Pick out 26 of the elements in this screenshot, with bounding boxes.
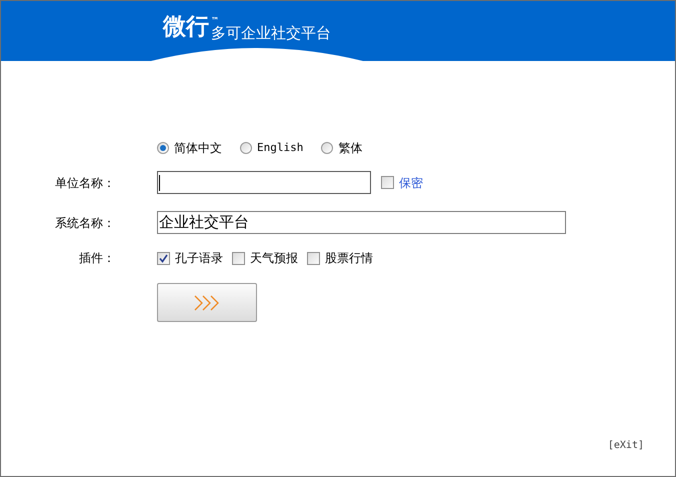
chevrons-icon <box>194 294 220 310</box>
language-option[interactable]: 简体中文 <box>174 139 222 157</box>
radio-button[interactable] <box>157 142 169 154</box>
plugin-option[interactable]: 孔子语录 <box>175 249 223 267</box>
field-label: 单位名称： <box>54 174 116 192</box>
exit-link[interactable]: [eXit] <box>608 438 644 453</box>
secret-label[interactable]: 保密 <box>399 174 423 192</box>
plugin-option[interactable]: 天气预报 <box>250 249 298 267</box>
text-field[interactable]: 企业社交平台 <box>157 211 566 234</box>
logo: 微行 <box>163 13 209 41</box>
plugins-label: 插件： <box>78 250 116 267</box>
checkbox[interactable] <box>157 252 170 264</box>
trademark: ™ <box>211 16 219 26</box>
language-option[interactable]: 繁体 <box>338 139 362 157</box>
text-field[interactable] <box>157 171 371 194</box>
text-cursor <box>159 174 160 190</box>
checkbox[interactable] <box>232 252 245 264</box>
field-label: 系统名称： <box>54 214 116 232</box>
radio-button[interactable] <box>321 142 334 154</box>
checkbox[interactable] <box>307 252 320 264</box>
checkbox[interactable] <box>381 176 394 189</box>
plugin-option[interactable]: 股票行情 <box>325 249 373 267</box>
language-option[interactable]: English <box>257 140 304 156</box>
tagline: 多可企业社交平台 <box>211 23 331 43</box>
next-button[interactable] <box>157 283 257 322</box>
radio-button[interactable] <box>240 142 252 154</box>
